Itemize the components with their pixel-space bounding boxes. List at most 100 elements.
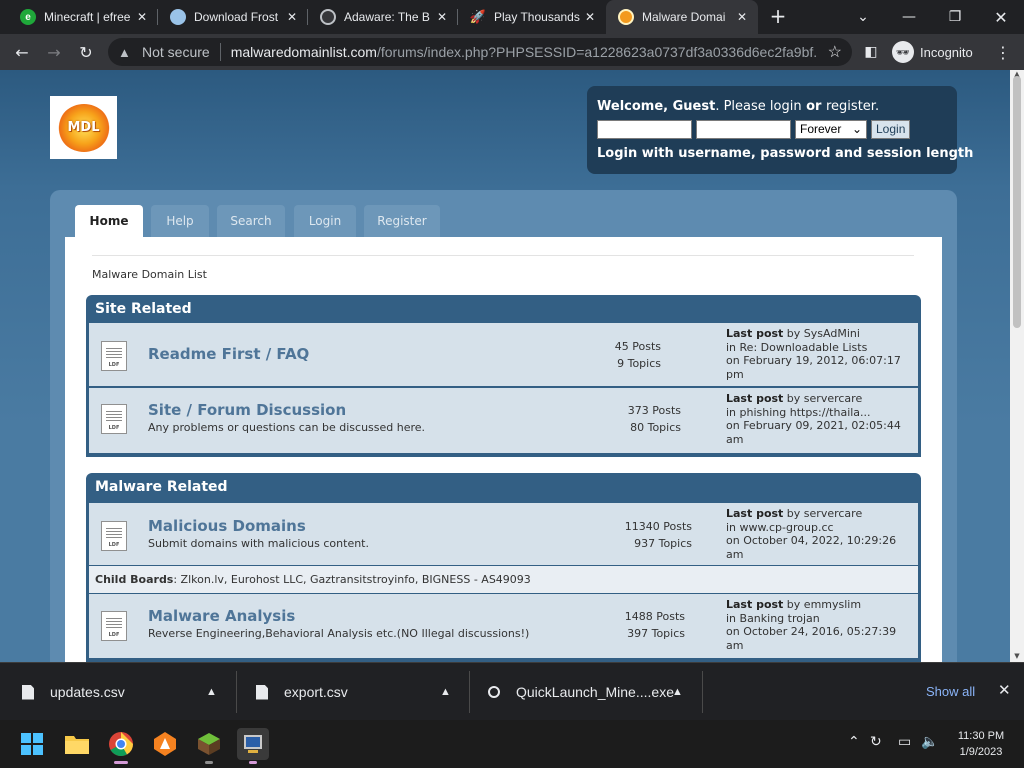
chrome-icon[interactable]	[105, 728, 137, 764]
file-icon	[22, 684, 34, 700]
divider	[469, 671, 470, 713]
last-post-topic[interactable]: in Re: Downloadable Lists	[726, 341, 916, 355]
windows-start-icon[interactable]	[16, 728, 48, 760]
mdl-logo[interactable]: MDL	[50, 96, 117, 159]
reload-icon[interactable]: ↻	[73, 39, 99, 65]
last-post-date: on October 24, 2016, 05:27:39	[726, 625, 897, 638]
close-icon[interactable]: ✕	[582, 10, 598, 24]
scroll-down-arrow-icon[interactable]: ▼	[1010, 652, 1024, 662]
tab-search[interactable]: Search	[217, 205, 285, 237]
session-length-select[interactable]: Forever ⌄	[795, 120, 867, 139]
back-arrow-icon[interactable]: ←	[9, 39, 35, 65]
login-hint: Login with username, password and sessio…	[597, 146, 974, 161]
last-post-date-suffix: am	[726, 638, 744, 652]
sync-icon[interactable]: ↻	[870, 734, 882, 750]
tab-title: Adaware: The B	[344, 10, 430, 24]
board-readme-first: Readme First / FAQ 45 Posts 9 Topics Las…	[89, 323, 918, 386]
tab-title: Malware Domai	[642, 10, 726, 24]
download-item-quicklaunch[interactable]: QuickLaunch_Mine....exe ▲	[488, 671, 698, 713]
register-link[interactable]: register	[826, 99, 875, 114]
globe-icon	[320, 9, 336, 25]
show-all-button[interactable]: Show all	[926, 684, 975, 699]
last-post-author[interactable]: by servercare	[783, 507, 862, 520]
username-input[interactable]	[597, 120, 692, 139]
board-name[interactable]: Malicious Domains	[148, 517, 306, 535]
page-scrollbar[interactable]: ▲ ▼	[1010, 70, 1024, 662]
tab-login[interactable]: Login	[294, 205, 356, 237]
tab-title: Play Thousands	[494, 10, 580, 24]
category-title[interactable]: Site Related	[86, 295, 921, 323]
tab-register[interactable]: Register	[364, 205, 440, 237]
last-post-author[interactable]: by servercare	[783, 392, 862, 405]
avast-icon[interactable]	[149, 728, 181, 760]
board-name[interactable]: Malware Analysis	[148, 607, 295, 625]
warning-triangle-icon[interactable]: ▲	[118, 45, 134, 60]
address-bar[interactable]: ▲ Not secure malwaredomainlist.com/forum…	[108, 38, 852, 66]
side-panel-icon[interactable]: ◧	[858, 39, 884, 65]
tab-help[interactable]: Help	[151, 205, 209, 237]
tab-download-frost[interactable]: Download Frost ✕	[158, 0, 308, 34]
running-indicator	[249, 761, 257, 764]
window-close-icon[interactable]: ✕	[978, 0, 1024, 34]
network-icon[interactable]: ▭	[898, 734, 911, 750]
incognito-profile-button[interactable]: 🕶 Incognito	[892, 41, 973, 63]
or-text: or	[801, 99, 826, 114]
tray-overflow-chevron-icon[interactable]: ⌃	[848, 734, 860, 750]
category-title[interactable]: Malware Related	[86, 473, 921, 501]
scrollbar-thumb[interactable]	[1013, 76, 1021, 328]
last-post-topic[interactable]: in phishing https://thaila...	[726, 406, 916, 420]
download-bar: updates.csv ▲ export.csv ▲ QuickLaunch_M…	[0, 662, 1024, 720]
chevron-up-icon[interactable]: ▲	[440, 686, 451, 698]
child-boards-links[interactable]: : Zlkon.lv, Eurohost LLC, Gaztransitstro…	[173, 573, 530, 586]
breadcrumb[interactable]: Malware Domain List	[92, 268, 207, 281]
volume-icon[interactable]: 🔈	[921, 734, 938, 750]
close-download-bar-icon[interactable]: ✕	[998, 681, 1011, 699]
board-name[interactable]: Site / Forum Discussion	[148, 401, 346, 419]
taskbar-clock[interactable]: 11:30 PM 1/9/2023	[952, 728, 1010, 760]
login-link[interactable]: login	[770, 99, 802, 114]
windows-taskbar: ⌃ ↻ ▭ 🔈 11:30 PM 1/9/2023	[0, 720, 1024, 768]
not-secure-label[interactable]: Not secure	[142, 44, 210, 60]
login-row: Forever ⌄ Login	[597, 120, 947, 139]
close-icon[interactable]: ✕	[734, 10, 750, 24]
last-post: Last post by emmyslim in Banking trojan …	[726, 598, 916, 652]
topics-count: 937 Topics	[634, 537, 692, 550]
tab-search-chevron-icon[interactable]: ⌄	[840, 0, 886, 34]
close-icon[interactable]: ✕	[284, 10, 300, 24]
last-post-author[interactable]: by emmyslim	[783, 598, 861, 611]
chevron-up-icon[interactable]: ▲	[672, 686, 683, 698]
divider	[92, 255, 914, 256]
kebab-menu-icon[interactable]: ⋮	[990, 39, 1016, 65]
tab-play-thousands[interactable]: 🚀 Play Thousands ✕	[458, 0, 606, 34]
minecraft-launcher-icon[interactable]	[193, 728, 225, 764]
login-button[interactable]: Login	[871, 120, 911, 139]
chevron-up-icon[interactable]: ▲	[206, 686, 217, 698]
tab-minecraft[interactable]: e Minecraft | efree ✕	[8, 0, 158, 34]
forward-arrow-icon[interactable]: →	[41, 39, 67, 65]
download-item-updates[interactable]: updates.csv ▲	[22, 671, 232, 713]
last-post-topic[interactable]: in Banking trojan	[726, 612, 916, 626]
efreedom-favicon-icon: e	[20, 9, 36, 25]
new-tab-plus-icon[interactable]: +	[766, 5, 790, 29]
tab-malware-domain-list[interactable]: Malware Domai ✕	[606, 0, 758, 34]
board-name[interactable]: Readme First / FAQ	[148, 345, 309, 363]
board-icon	[101, 341, 127, 371]
maximize-icon[interactable]: ❐	[932, 0, 978, 34]
bookmark-star-icon[interactable]: ☆	[828, 42, 842, 62]
close-icon[interactable]: ✕	[134, 10, 150, 24]
last-post-author[interactable]: by SysAdMini	[783, 327, 860, 340]
forum-content: Malware Domain List Site Related Readme …	[65, 237, 942, 662]
board-description: Any problems or questions can be discuss…	[148, 421, 426, 434]
password-input[interactable]	[696, 120, 791, 139]
download-item-export[interactable]: export.csv ▲	[256, 671, 466, 713]
board-icon	[101, 611, 127, 641]
last-post-date: on October 04, 2022, 10:29:26	[726, 534, 897, 547]
tab-adaware[interactable]: Adaware: The B ✕	[308, 0, 458, 34]
url-text[interactable]: malwaredomainlist.com/forums/index.php?P…	[231, 44, 817, 60]
tab-home[interactable]: Home	[75, 205, 143, 237]
minimize-icon[interactable]: —	[886, 0, 932, 34]
close-icon[interactable]: ✕	[434, 10, 450, 24]
file-explorer-icon[interactable]	[61, 728, 93, 760]
last-post-topic[interactable]: in www.cp-group.cc	[726, 521, 916, 535]
installer-app-icon[interactable]	[237, 728, 269, 764]
